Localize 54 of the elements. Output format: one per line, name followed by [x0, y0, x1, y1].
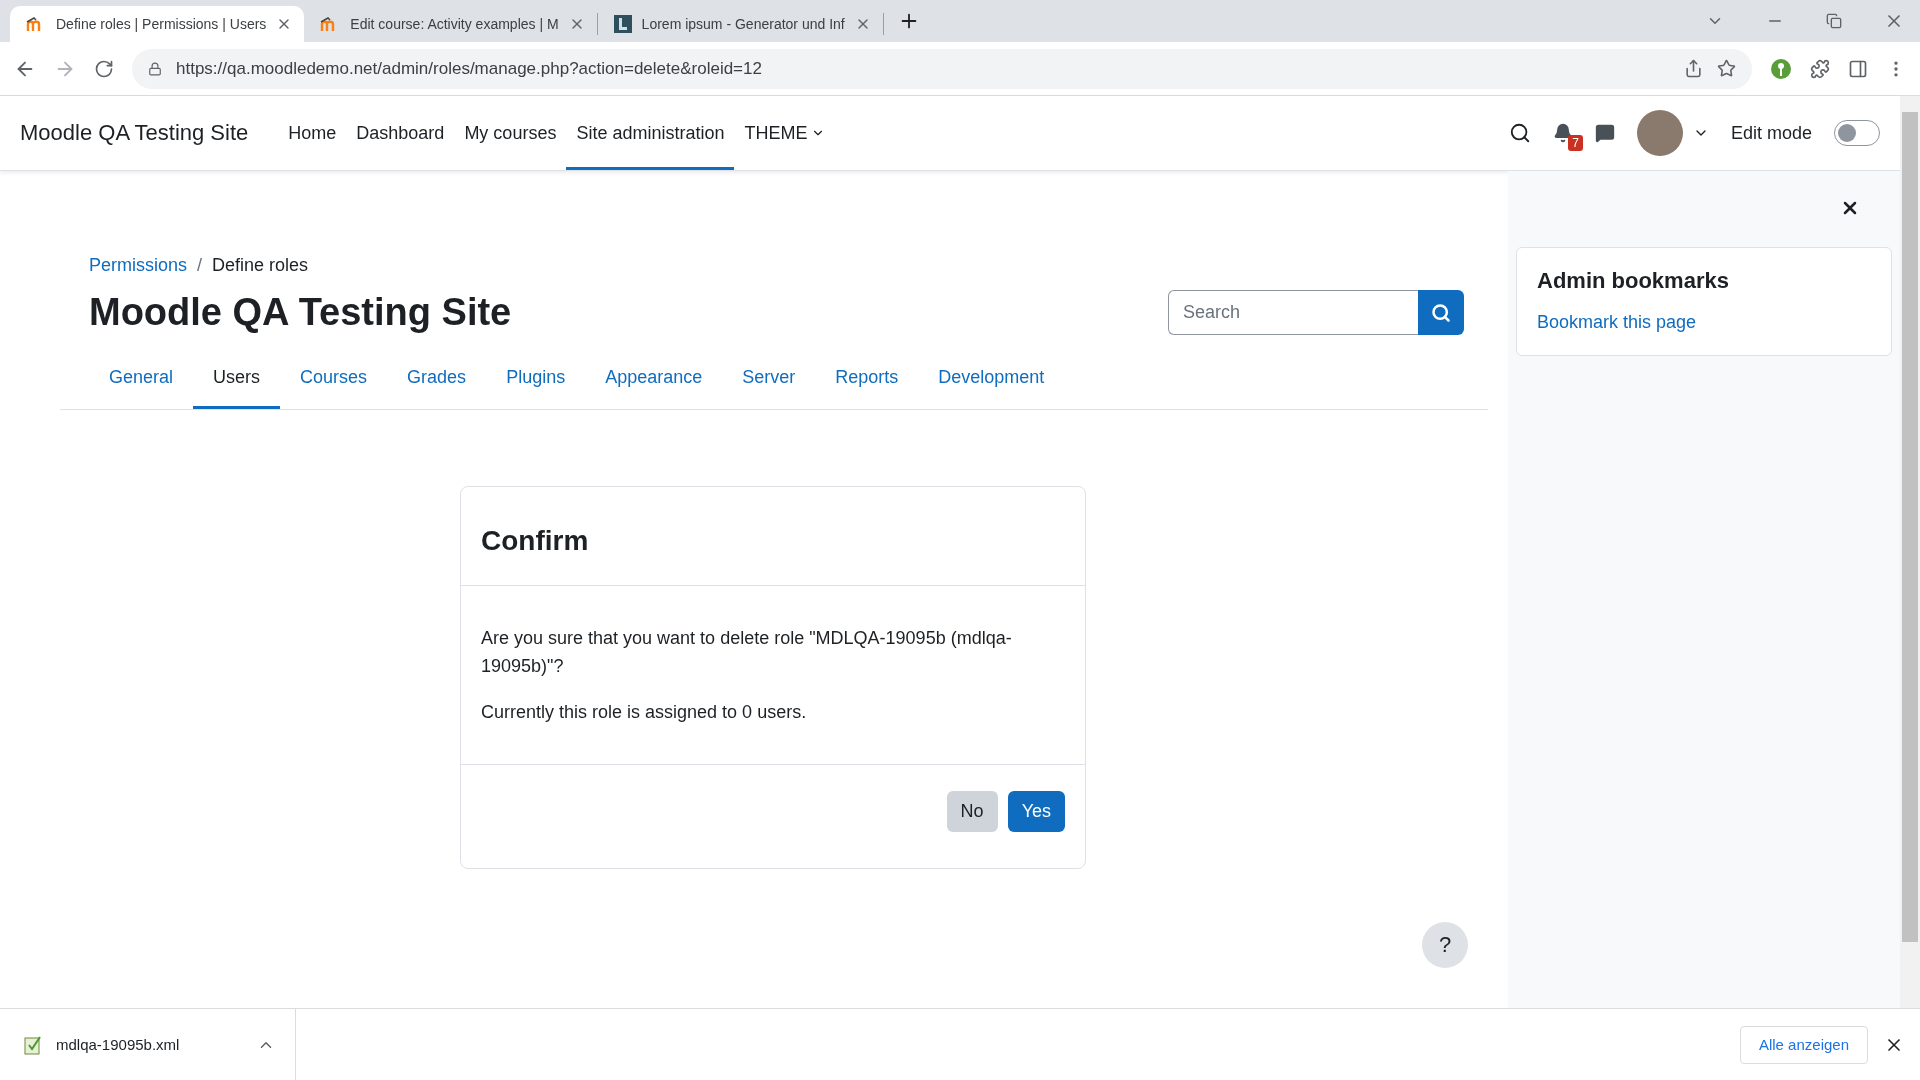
search-icon [1431, 302, 1451, 323]
breadcrumb-current: Define roles [212, 255, 309, 276]
dialog-title: Confirm [481, 525, 590, 557]
file-icon [24, 1034, 42, 1055]
card-title: Admin bookmarks [1537, 268, 1730, 294]
show-all-button[interactable]: Alle anzeigen [1739, 1025, 1868, 1064]
download-item[interactable]: mdlqa-19095b.xml [0, 1008, 296, 1080]
search-button[interactable] [1418, 290, 1464, 335]
restore-icon[interactable] [1826, 11, 1842, 31]
messages-icon[interactable] [1594, 123, 1615, 143]
admin-tab[interactable]: Appearance [585, 353, 723, 409]
help-button[interactable]: ? [1422, 922, 1468, 968]
browser-tab[interactable]: Lorem ipsum - Generator und Inf [597, 6, 883, 42]
nav-link[interactable]: My courses [454, 96, 567, 170]
puzzle-icon[interactable] [1810, 58, 1830, 79]
dialog-message: Are you sure that you want to delete role "MDLQA-19095b (mdlqa-19095b)"? [481, 627, 1013, 678]
breadcrumb-link[interactable]: Permissions [89, 255, 188, 276]
nav-link[interactable]: Dashboard [346, 96, 455, 170]
edit-mode-label: Edit mode [1730, 122, 1812, 144]
breadcrumb-separator: / [197, 255, 203, 276]
browser-tab[interactable]: Define roles | Permissions | Users [10, 6, 305, 42]
nav-link[interactable]: Home [278, 96, 347, 170]
nav-link[interactable]: THEME [734, 96, 836, 170]
admin-tab[interactable]: Users [193, 353, 281, 409]
admin-tab[interactable]: Reports [815, 353, 919, 409]
site-name[interactable]: Moodle QA Testing Site [20, 120, 249, 146]
admin-tab[interactable]: Grades [387, 353, 487, 409]
scrollbar[interactable] [1900, 96, 1920, 1008]
user-avatar[interactable] [1636, 110, 1683, 156]
nav-link[interactable]: Site administration [566, 96, 735, 170]
admin-tab[interactable]: Plugins [486, 353, 586, 409]
side-panel-icon[interactable] [1848, 58, 1868, 79]
cancel-button[interactable]: No [946, 791, 998, 832]
admin-tab[interactable]: Courses [280, 353, 388, 409]
lock-icon [148, 61, 162, 76]
notifications-icon[interactable] [1552, 123, 1573, 143]
notification-count: 7 [1568, 135, 1583, 151]
admin-tab[interactable]: General [89, 353, 194, 409]
edit-mode-switch[interactable] [1834, 120, 1880, 146]
share-icon[interactable] [1684, 59, 1703, 78]
admin-tab[interactable]: Development [918, 353, 1065, 409]
bookmark-link[interactable]: Bookmark this page [1537, 312, 1697, 332]
star-icon[interactable] [1717, 59, 1736, 78]
confirm-button[interactable]: Yes [1007, 791, 1065, 832]
extension-icon[interactable] [1770, 57, 1792, 80]
reload-icon[interactable] [94, 58, 114, 79]
address-bar[interactable]: https://qa.moodledemo.net/admin/roles/manage.php?action=delete&roleid=12 [132, 48, 1752, 89]
browser-tab[interactable]: Edit course: Activity examples | M [304, 6, 597, 42]
admin-tab[interactable]: Server [722, 353, 816, 409]
search-field[interactable]: Search [1168, 290, 1418, 335]
page-heading: Moodle QA Testing Site [89, 291, 512, 334]
dialog-note: Currently this role is assigned to 0 users. [481, 701, 808, 724]
site-logo-icon [613, 15, 632, 33]
search-icon[interactable] [1508, 122, 1531, 144]
